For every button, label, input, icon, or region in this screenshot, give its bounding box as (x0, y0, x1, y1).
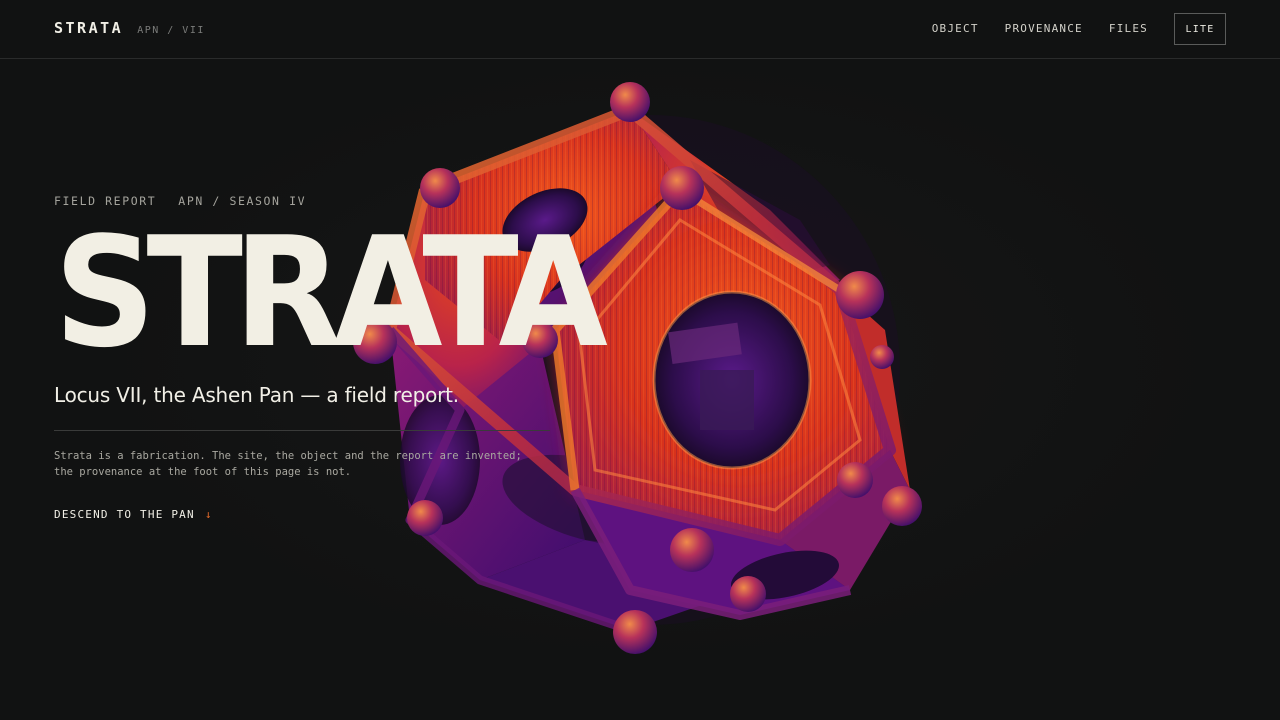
lite-button[interactable]: LITE (1174, 13, 1226, 45)
nav-files[interactable]: FILES (1109, 13, 1148, 45)
brand-logo[interactable]: STRATA APN / VII (54, 19, 205, 37)
nav-provenance[interactable]: PROVENANCE (1005, 13, 1083, 45)
disclaimer-line-2: the provenance at the foot of this page … (54, 466, 352, 478)
disclaimer-line-1: Strata is a fabrication. The site, the o… (54, 450, 522, 462)
divider (54, 430, 550, 431)
brand-subtitle: APN / VII (137, 25, 205, 36)
arrow-down-icon: ↓ (204, 508, 213, 521)
hero-title: STRATA (54, 204, 608, 381)
main-nav: OBJECT PROVENANCE FILES LITE (932, 13, 1226, 45)
brand-name: STRATA (54, 19, 124, 37)
disclaimer: Strata is a fabrication. The site, the o… (54, 448, 574, 480)
descend-link[interactable]: DESCEND TO THE PAN ↓ (54, 508, 213, 521)
hero-subtitle: Locus VII, the Ashen Pan — a field repor… (54, 383, 459, 407)
top-bar: STRATA APN / VII OBJECT PROVENANCE FILES… (0, 0, 1280, 59)
page: STRATA APN / VII OBJECT PROVENANCE FILES… (0, 0, 1280, 720)
descend-label: DESCEND TO THE PAN (54, 508, 195, 521)
nav-object[interactable]: OBJECT (932, 13, 979, 45)
